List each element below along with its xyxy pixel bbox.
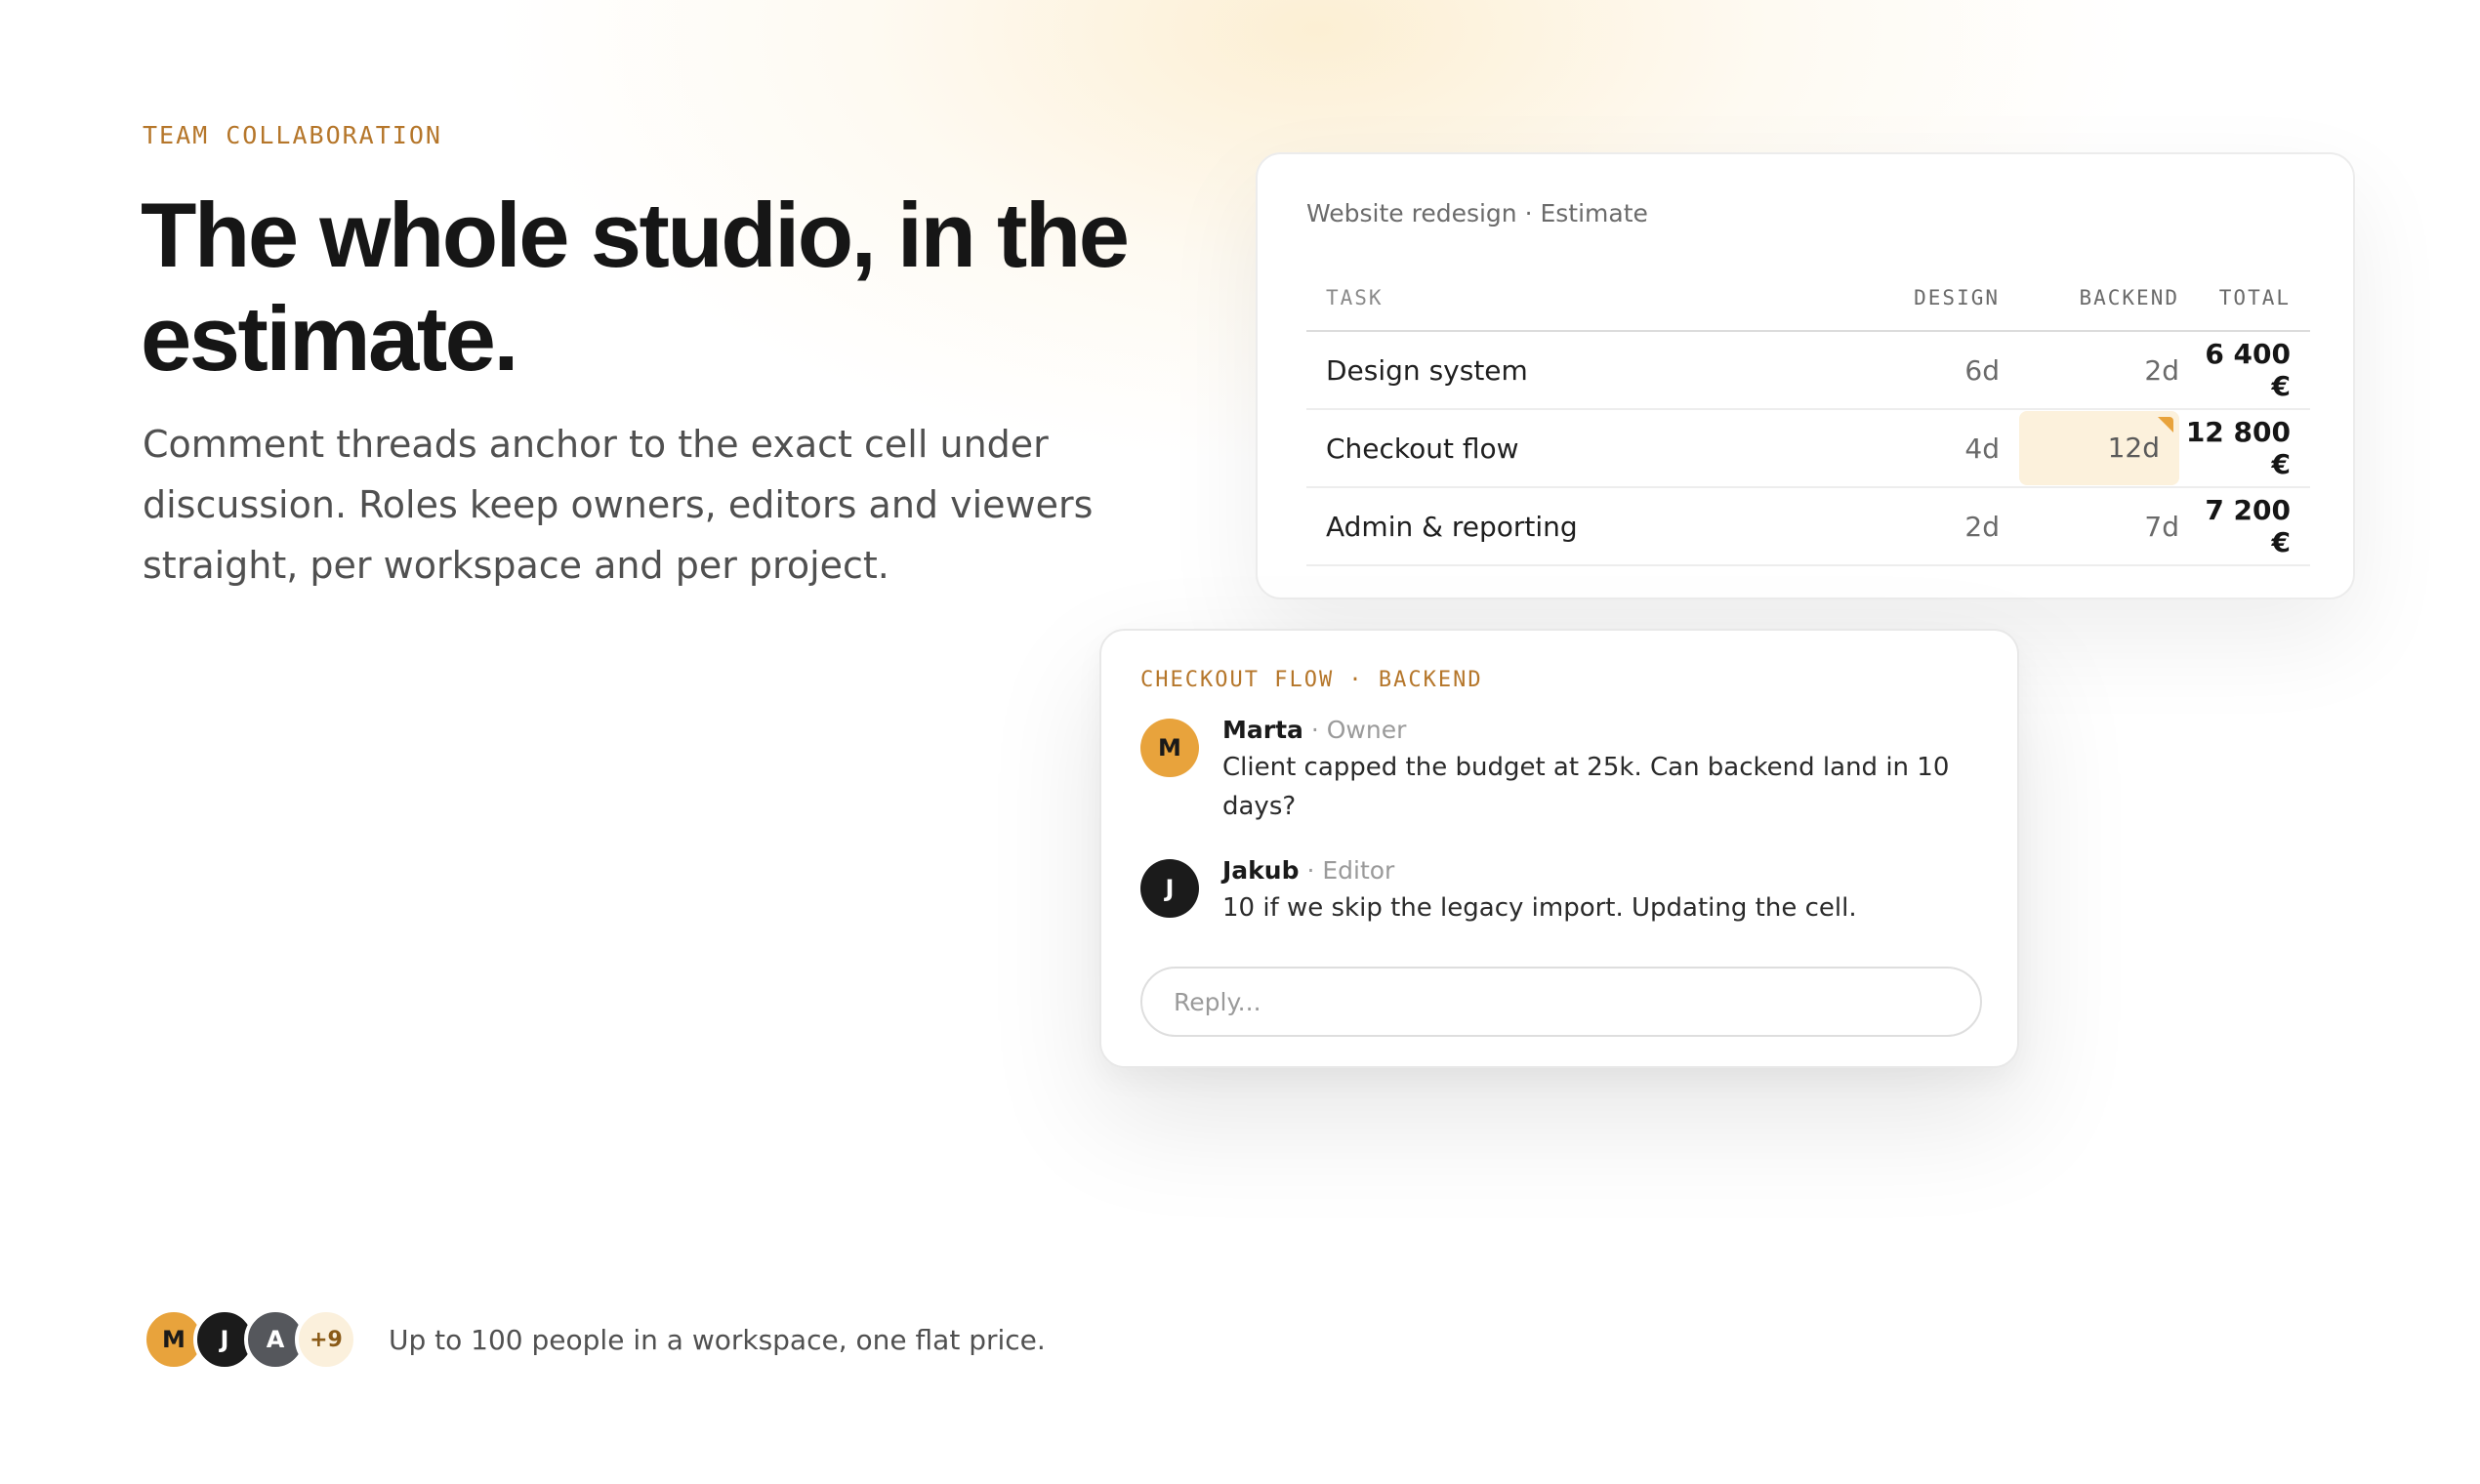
section-eyebrow: TEAM COLLABORATION (143, 121, 442, 149)
comment-marker-icon[interactable] (2158, 417, 2173, 433)
reply-input[interactable] (1140, 967, 1982, 1037)
comment-role: · Editor (1306, 856, 1395, 885)
task-cell[interactable]: Checkout flow (1306, 433, 1845, 465)
page-lede: Comment threads anchor to the exact cell… (143, 423, 1094, 587)
estimate-card: Website redesign · Estimate TASK DESIGN … (1256, 152, 2355, 599)
design-cell[interactable]: 2d (1845, 511, 2000, 543)
table-row[interactable]: Design system 6d 2d 6 400 € (1306, 332, 2310, 410)
table-row[interactable]: Checkout flow 4d 12d 12 800 € (1306, 410, 2310, 488)
backend-cell-commented[interactable]: 12d (2019, 411, 2179, 485)
column-header-design: DESIGN (1914, 286, 2000, 309)
design-cell[interactable]: 4d (1845, 433, 2000, 465)
table-header: TASK DESIGN BACKEND TOTAL (1306, 266, 2310, 332)
backend-cell[interactable]: 2d (2000, 354, 2179, 387)
comment-thread-card: CHECKOUT FLOW · BACKEND M Marta · Owner … (1099, 629, 2019, 1068)
backend-cell-value: 12d (2107, 432, 2160, 464)
avatar: M (1140, 719, 1199, 777)
total-cell: 6 400 € (2205, 338, 2291, 402)
comment-role: · Owner (1310, 716, 1407, 744)
team-caption: Up to 100 people in a workspace, one fla… (389, 1323, 1046, 1356)
column-header-task: TASK (1326, 286, 1384, 309)
backend-cell[interactable]: 7d (2000, 511, 2179, 543)
column-header-total: TOTAL (2218, 286, 2291, 309)
total-cell: 12 800 € (2185, 416, 2291, 480)
comment-meta: Marta · Owner (1222, 713, 1984, 748)
comment-body: Marta · Owner Client capped the budget a… (1222, 713, 1984, 826)
comment-text: Client capped the budget at 25k. Can bac… (1222, 753, 1950, 821)
column-header-backend: BACKEND (2079, 286, 2179, 309)
comment-author: Marta (1222, 716, 1303, 744)
comment-meta: Jakub · Editor (1222, 853, 1984, 888)
comment-author: Jakub (1222, 856, 1300, 885)
team-summary: M J A +9 Up to 100 people in a workspace… (143, 1308, 1046, 1371)
comment-body: Jakub · Editor 10 if we skip the legacy … (1222, 853, 1984, 928)
more-members-badge: +9 (295, 1308, 357, 1371)
thread-label: CHECKOUT FLOW · BACKEND (1140, 668, 1483, 692)
estimate-table: TASK DESIGN BACKEND TOTAL Design system … (1306, 266, 2310, 566)
avatar-stack: M J A +9 (143, 1308, 361, 1371)
design-cell[interactable]: 6d (1845, 354, 2000, 387)
task-cell[interactable]: Admin & reporting (1306, 511, 1845, 543)
total-cell: 7 200 € (2205, 494, 2291, 558)
task-cell[interactable]: Design system (1306, 354, 1845, 387)
comment-text: 10 if we skip the legacy import. Updatin… (1222, 893, 1857, 923)
page-headline: The whole studio, in the estimate. (141, 184, 1130, 390)
avatar: J (1140, 859, 1199, 918)
estimate-title: Website redesign · Estimate (1306, 199, 1648, 227)
table-row[interactable]: Admin & reporting 2d 7d 7 200 € (1306, 488, 2310, 566)
